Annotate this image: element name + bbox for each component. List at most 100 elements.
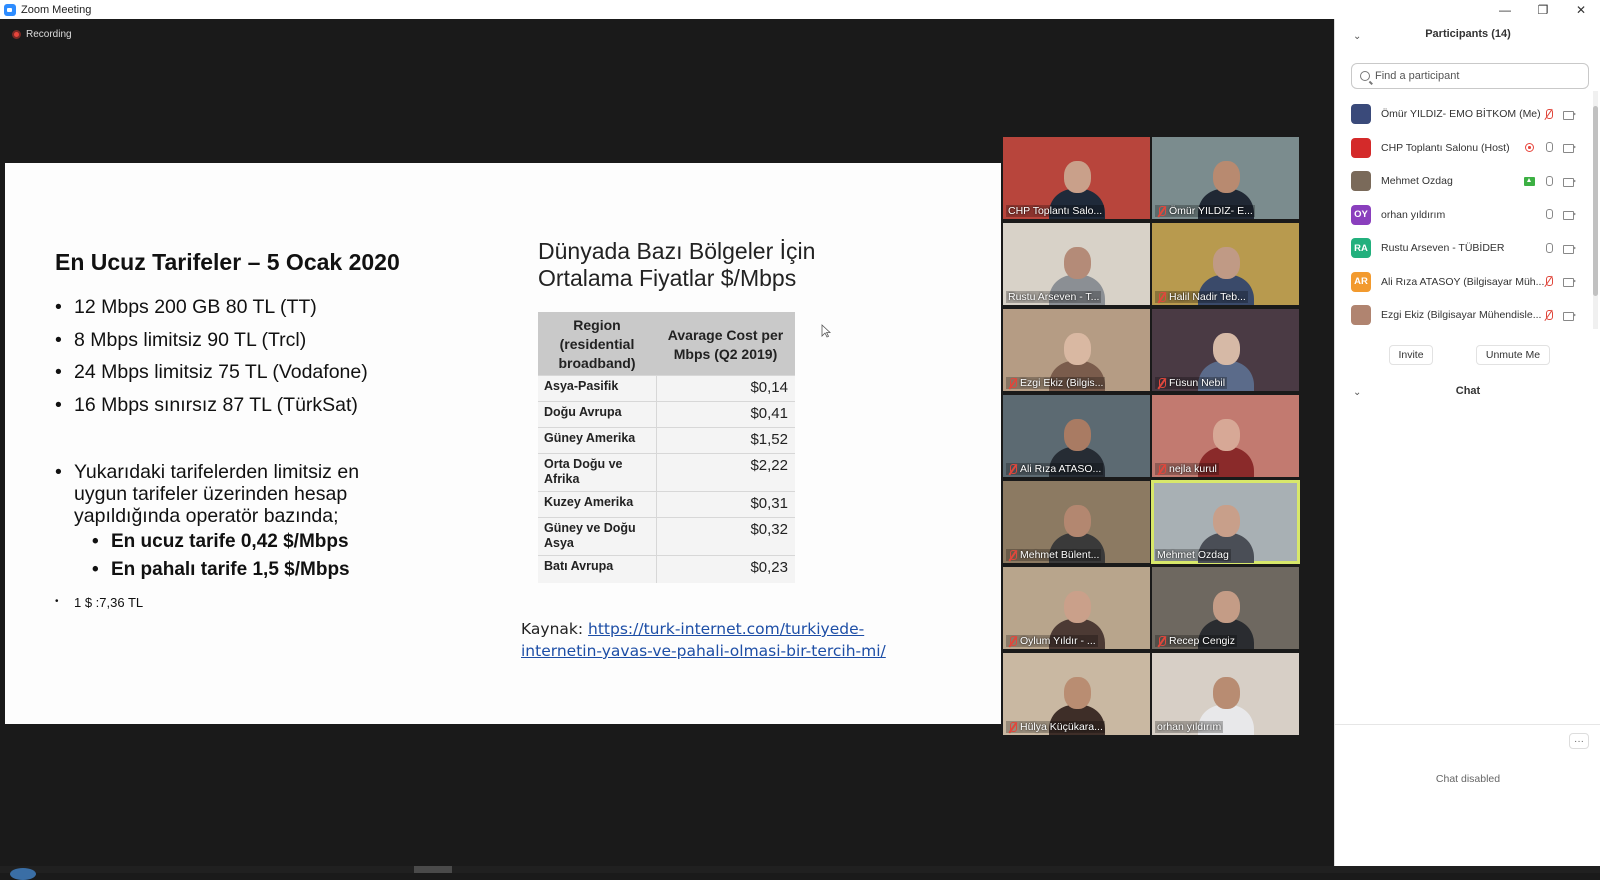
restore-icon[interactable]: ❐ <box>1524 0 1562 19</box>
mic-icon[interactable] <box>1545 242 1553 254</box>
unmute-me-button[interactable]: Unmute Me <box>1476 345 1550 365</box>
right-title-line: Dünyada Bazı Bölgeler İçin <box>538 238 816 264</box>
tariff-bullet: 16 Mbps sınırsız 87 TL (TürkSat) <box>55 389 368 422</box>
table-row: Orta Doğu ve Afrika $2,22 <box>538 453 795 492</box>
tariff-bullet: 12 Mbps 200 GB 80 TL (TT) <box>55 291 368 324</box>
table-row: Batı Avrupa $0,23 <box>538 555 795 583</box>
chat-more-options-button[interactable]: ··· <box>1569 733 1589 749</box>
video-tile[interactable]: CHP Toplantı Salo... <box>1003 137 1150 219</box>
participant-row[interactable]: Ömür YILDIZ- EMO BİTKOM (Me) <box>1335 97 1593 131</box>
video-tile-name: Hülya Küçükara... <box>1006 721 1105 733</box>
video-tile[interactable]: Ezgi Ekiz (Bilgis... <box>1003 309 1150 391</box>
participant-search-input[interactable]: Find a participant <box>1351 63 1589 89</box>
camera-icon[interactable] <box>1563 244 1576 254</box>
participant-row[interactable]: Ezgi Ekiz (Bilgisayar Mühendisle... <box>1335 298 1593 332</box>
participant-head <box>1212 591 1240 623</box>
chat-title: Chat <box>1455 385 1481 397</box>
avatar: OY <box>1351 204 1371 225</box>
camera-icon[interactable] <box>1563 177 1576 187</box>
video-tile-name: Ali Rıza ATASO... <box>1006 463 1104 475</box>
participant-row[interactable]: Mehmet Ozdag <box>1335 164 1593 198</box>
recording-label: Recording <box>26 29 72 40</box>
window-title: Zoom Meeting <box>21 3 92 16</box>
cost-cell: $0,32 <box>656 517 795 556</box>
meeting-area: Recording En Ucuz Tarifeler – 5 Ocak 202… <box>0 19 1334 866</box>
taskbar-app-button[interactable] <box>414 866 452 873</box>
mic-icon[interactable] <box>1545 142 1553 153</box>
video-tile[interactable]: Füsun Nebil <box>1152 309 1299 391</box>
mic-icon[interactable] <box>1545 209 1553 220</box>
muted-mic-icon[interactable] <box>1545 108 1553 120</box>
participant-head <box>1063 247 1091 279</box>
participant-list-scrollbar[interactable] <box>1593 91 1598 329</box>
participant-row[interactable]: AR Ali Rıza ATASOY (Bilgisayar Müh... <box>1335 265 1593 299</box>
minimize-icon[interactable]: — <box>1486 0 1524 19</box>
close-icon[interactable]: ✕ <box>1562 0 1600 19</box>
video-tile-name: nejla kurul <box>1155 463 1219 475</box>
video-tile[interactable]: Hülya Küçükara... <box>1003 653 1150 735</box>
participant-row[interactable]: OY orhan yıldırım <box>1335 198 1593 232</box>
participant-name: Ali Rıza ATASOY (Bilgisayar Müh... <box>1381 275 1545 288</box>
video-tile[interactable]: orhan yıldırım <box>1152 653 1299 735</box>
window-controls: — ❐ ✕ <box>1486 0 1600 19</box>
camera-icon[interactable] <box>1563 110 1576 120</box>
muted-mic-icon <box>1008 635 1017 647</box>
camera-icon[interactable] <box>1563 311 1576 321</box>
video-tile[interactable]: Mehmet Ozdag <box>1151 480 1300 564</box>
table-row: Güney ve Doğu Asya $0,32 <box>538 517 795 556</box>
region-cell: Doğu Avrupa <box>538 401 657 428</box>
video-tile[interactable]: Ömür YILDIZ- E... <box>1152 137 1299 219</box>
muted-mic-icon <box>1008 549 1017 561</box>
camera-icon[interactable] <box>1563 143 1576 153</box>
region-cell: Güney ve Doğu Asya <box>538 517 657 556</box>
video-tile[interactable]: nejla kurul <box>1152 395 1299 477</box>
operator-sub-bullets: En ucuz tarife 0,42 $/Mbps En pahalı tar… <box>92 528 350 583</box>
video-tile[interactable]: Halil Nadir Teb... <box>1152 223 1299 305</box>
muted-mic-icon[interactable] <box>1545 276 1553 287</box>
source-link-line[interactable]: internetin-yavas-ve-pahali-olmasi-bir-te… <box>521 642 886 660</box>
camera-icon[interactable] <box>1563 277 1576 287</box>
video-tile-label: CHP Toplantı Salo... <box>1008 205 1103 217</box>
participant-row[interactable]: CHP Toplantı Salonu (Host) <box>1335 131 1593 165</box>
tariff-bullet: 24 Mbps limitsiz 75 TL (Vodafone) <box>55 356 368 389</box>
muted-mic-icon <box>1008 463 1017 475</box>
video-tile-label: Rustu Arseven - T... <box>1008 291 1100 303</box>
participant-head <box>1063 333 1091 365</box>
video-tile[interactable]: Rustu Arseven - T... <box>1003 223 1150 305</box>
window-titlebar: Zoom Meeting — ❐ ✕ <box>0 0 1600 19</box>
invite-button[interactable]: Invite <box>1389 345 1433 365</box>
slide-left-title: En Ucuz Tarifeler – 5 Ocak 2020 <box>55 249 400 275</box>
search-icon <box>1360 71 1370 81</box>
muted-mic-icon <box>1157 463 1166 475</box>
screen-share-icon <box>1524 176 1535 186</box>
video-tile[interactable]: Recep Cengiz <box>1152 567 1299 649</box>
muted-mic-icon[interactable] <box>1545 309 1553 321</box>
chat-disabled-label: Chat disabled <box>1435 773 1501 785</box>
recording-icon <box>12 30 21 39</box>
participant-name: Mehmet Ozdag <box>1381 175 1453 187</box>
chat-divider <box>1335 724 1600 725</box>
video-tile-label: nejla kurul <box>1169 463 1217 475</box>
avatar <box>1351 104 1371 124</box>
avatar <box>1351 171 1371 191</box>
scrollbar-thumb[interactable] <box>1593 106 1598 296</box>
mic-icon[interactable] <box>1545 175 1553 187</box>
recording-status-icon <box>1525 143 1534 152</box>
table-row: Kuzey Amerika $0,31 <box>538 491 795 518</box>
region-cell: Batı Avrupa <box>538 555 657 583</box>
participant-row[interactable]: RA Rustu Arseven - TÜBİDER <box>1335 231 1593 265</box>
muted-mic-icon <box>1157 291 1166 303</box>
camera-icon[interactable] <box>1563 210 1576 220</box>
cost-cell: $0,23 <box>656 555 795 583</box>
recording-indicator[interactable]: Recording <box>12 29 72 40</box>
video-tile[interactable]: Mehmet Bülent... <box>1003 481 1150 563</box>
participant-head <box>1063 677 1091 709</box>
source-citation: Kaynak: https://turk-internet.com/turkiy… <box>521 618 886 662</box>
source-link-line[interactable]: https://turk-internet.com/turkiyede- <box>588 620 864 638</box>
video-tile[interactable]: Ali Rıza ATASO... <box>1003 395 1150 477</box>
video-tile-name: Füsun Nebil <box>1155 377 1228 389</box>
region-cell: Asya-Pasifik <box>538 375 657 402</box>
start-button-icon[interactable] <box>10 868 36 880</box>
video-tile[interactable]: Oylum Yıldır - ... <box>1003 567 1150 649</box>
cost-cell: $1,52 <box>656 427 795 454</box>
